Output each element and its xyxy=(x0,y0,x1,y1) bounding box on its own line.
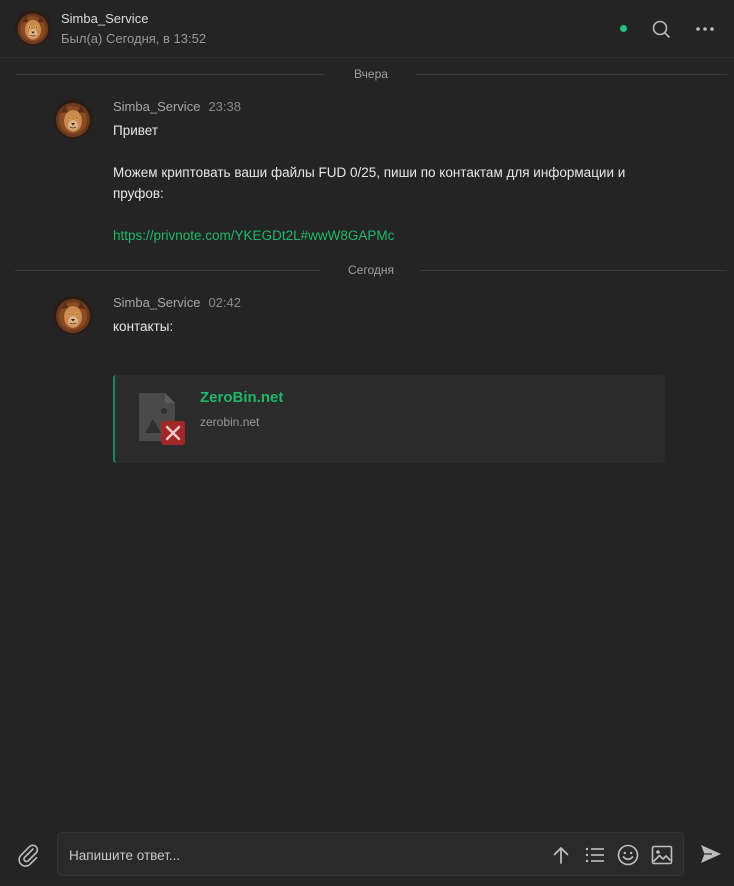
link-preview-domain: zerobin.net xyxy=(200,415,260,429)
emoji-icon xyxy=(617,844,639,866)
upload-button[interactable] xyxy=(549,843,573,867)
message-text-line: Привет xyxy=(113,123,159,138)
date-separator-yesterday: Вчера xyxy=(15,67,727,81)
image-button[interactable] xyxy=(650,843,674,867)
online-indicator xyxy=(620,25,627,32)
link-preview-title[interactable]: ZeroBin.net xyxy=(200,389,283,406)
list-icon xyxy=(585,847,604,863)
emoji-button[interactable] xyxy=(616,843,640,867)
message-link[interactable]: https://privnote.com/YKEGDt2L#wwW8GAPMc xyxy=(113,228,394,243)
date-separator-label: Сегодня xyxy=(348,263,394,277)
message-text-line: Можем криптовать ваши файлы FUD 0/25, пи… xyxy=(113,165,626,180)
contact-status: Был(а) Сегодня, в 13:52 xyxy=(61,31,207,46)
message-composer xyxy=(57,832,684,876)
contact-avatar[interactable] xyxy=(15,10,51,46)
more-options-button[interactable] xyxy=(691,15,719,43)
date-separator-label: Вчера xyxy=(354,67,388,81)
message-input[interactable] xyxy=(67,844,527,866)
date-separator-today: Сегодня xyxy=(15,263,727,277)
more-icon xyxy=(696,27,714,31)
link-preview-card[interactable]: ZeroBin.net zerobin.net xyxy=(113,375,665,463)
send-button[interactable] xyxy=(698,841,724,867)
message-author[interactable]: Simba_Service 23:38 xyxy=(113,99,241,114)
message-author-name[interactable]: Simba_Service xyxy=(113,99,200,114)
message-time: 02:42 xyxy=(208,295,241,310)
message-avatar[interactable] xyxy=(53,99,93,139)
message-time: 23:38 xyxy=(208,99,241,114)
attach-button[interactable] xyxy=(14,840,42,868)
message-avatar[interactable] xyxy=(53,295,93,335)
upload-icon xyxy=(553,847,569,864)
list-button[interactable] xyxy=(583,843,607,867)
send-icon xyxy=(701,845,721,863)
message-text-line: пруфов: xyxy=(113,186,164,201)
message-author-name[interactable]: Simba_Service xyxy=(113,295,200,310)
image-icon xyxy=(651,845,673,865)
search-icon xyxy=(652,20,670,38)
attach-icon xyxy=(18,844,39,867)
search-button[interactable] xyxy=(647,15,675,43)
message-author[interactable]: Simba_Service 02:42 xyxy=(113,295,241,310)
chat-header: Simba_Service Был(а) Сегодня, в 13:52 xyxy=(0,0,734,58)
message-text-line: контакты: xyxy=(113,319,174,334)
broken-image-icon xyxy=(137,391,189,447)
contact-name[interactable]: Simba_Service xyxy=(61,11,148,26)
